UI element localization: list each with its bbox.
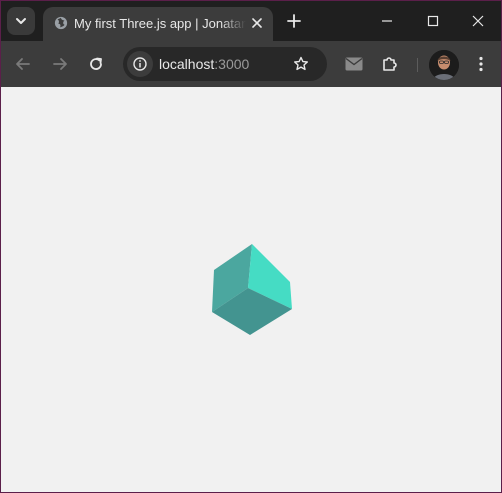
three-canvas[interactable] bbox=[1, 87, 501, 492]
profile-avatar[interactable] bbox=[429, 50, 459, 80]
arrow-left-icon bbox=[16, 58, 30, 70]
reload-button[interactable] bbox=[82, 50, 110, 78]
toolbar: localhost:3000 bbox=[1, 41, 501, 87]
info-icon bbox=[133, 57, 147, 71]
extensions-button[interactable] bbox=[376, 50, 404, 78]
minimize-icon bbox=[382, 20, 392, 22]
bookmark-button[interactable] bbox=[291, 54, 311, 74]
browser-menu-button[interactable] bbox=[467, 50, 495, 78]
kebab-menu-icon bbox=[479, 56, 483, 72]
mail-extension-button[interactable] bbox=[340, 50, 368, 78]
back-button[interactable] bbox=[9, 50, 37, 78]
page-viewport bbox=[1, 87, 501, 492]
maximize-button[interactable] bbox=[410, 1, 456, 41]
toolbar-separator bbox=[417, 58, 418, 72]
tab-title: My first Three.js app | Jonatandb bbox=[74, 16, 246, 31]
globe-icon bbox=[54, 16, 68, 30]
maximize-icon bbox=[427, 15, 439, 27]
url-host: localhost bbox=[159, 56, 215, 72]
tab-active[interactable]: My first Three.js app | Jonatandb bbox=[43, 7, 273, 41]
close-icon bbox=[252, 18, 262, 28]
puzzle-icon bbox=[383, 57, 397, 71]
avatar-image bbox=[429, 50, 459, 80]
mail-icon bbox=[345, 57, 363, 71]
address-bar[interactable]: localhost:3000 bbox=[123, 47, 327, 81]
tab-close-button[interactable] bbox=[249, 15, 265, 31]
tab-strip: My first Three.js app | Jonatandb bbox=[1, 1, 501, 41]
close-icon bbox=[472, 15, 484, 27]
browser-window: My first Three.js app | Jonatandb localh… bbox=[0, 0, 502, 493]
chevron-down-icon bbox=[16, 18, 26, 24]
address-url[interactable]: localhost:3000 bbox=[159, 55, 249, 73]
close-window-button[interactable] bbox=[455, 1, 501, 41]
arrow-right-icon bbox=[53, 58, 67, 70]
site-info-button[interactable] bbox=[127, 51, 153, 77]
reload-icon bbox=[90, 57, 102, 70]
tab-search-button[interactable] bbox=[7, 7, 35, 35]
star-icon bbox=[294, 56, 308, 71]
plus-icon bbox=[287, 14, 301, 28]
minimize-button[interactable] bbox=[364, 1, 410, 41]
url-port: :3000 bbox=[214, 56, 250, 72]
forward-button[interactable] bbox=[46, 50, 74, 78]
new-tab-button[interactable] bbox=[282, 9, 306, 33]
